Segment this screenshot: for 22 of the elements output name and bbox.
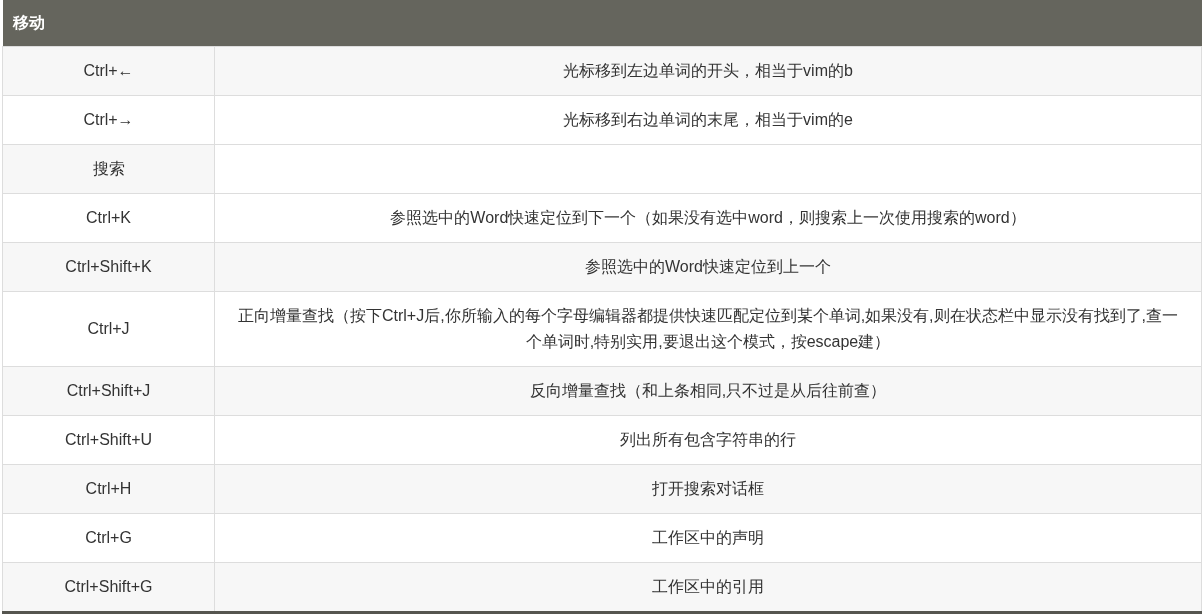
- shortcut-cell: Ctrl+H: [2, 464, 215, 513]
- description-cell: 列出所有包含字符串的行: [214, 415, 1202, 464]
- description-cell: 参照选中的Word快速定位到下一个（如果没有选中word，则搜索上一次使用搜索的word）: [214, 193, 1202, 242]
- description-cell: 光标移到左边单词的开头，相当于vim的b: [214, 46, 1202, 95]
- shortcut-cell: Ctrl+←: [2, 46, 215, 95]
- description-cell: 反向增量查找（和上条相同,只不过是从后往前查）: [214, 366, 1202, 415]
- shortcut-cell: Ctrl+J: [2, 291, 215, 366]
- shortcut-cell: Ctrl+Shift+K: [2, 242, 215, 291]
- description-cell: 打开搜索对话框: [214, 464, 1202, 513]
- shortcut-cell: Ctrl+K: [2, 193, 215, 242]
- shortcut-cell: Ctrl+Shift+J: [2, 366, 215, 415]
- description-cell: 光标移到右边单词的末尾，相当于vim的e: [214, 95, 1202, 144]
- shortcut-cell: Ctrl+Shift+U: [2, 415, 215, 464]
- shortcut-cell: Ctrl+Shift+G: [2, 562, 215, 612]
- shortcut-cell: 搜索: [2, 144, 215, 193]
- shortcut-cell: Ctrl+G: [2, 513, 215, 562]
- table-header: 移动: [2, 0, 1202, 46]
- description-cell: 参照选中的Word快速定位到上一个: [214, 242, 1202, 291]
- description-cell: 正向增量查找（按下Ctrl+J后,你所输入的每个字母编辑器都提供快速匹配定位到某个单词,如果没有,则在状态栏中显示没有找到了,查一个单词时,特别实用,要退出这个模式，按escape建）: [214, 291, 1202, 366]
- shortcut-cell: Ctrl+→: [2, 95, 215, 144]
- description-cell: 工作区中的声明: [214, 513, 1202, 562]
- description-cell: 工作区中的引用: [214, 562, 1202, 612]
